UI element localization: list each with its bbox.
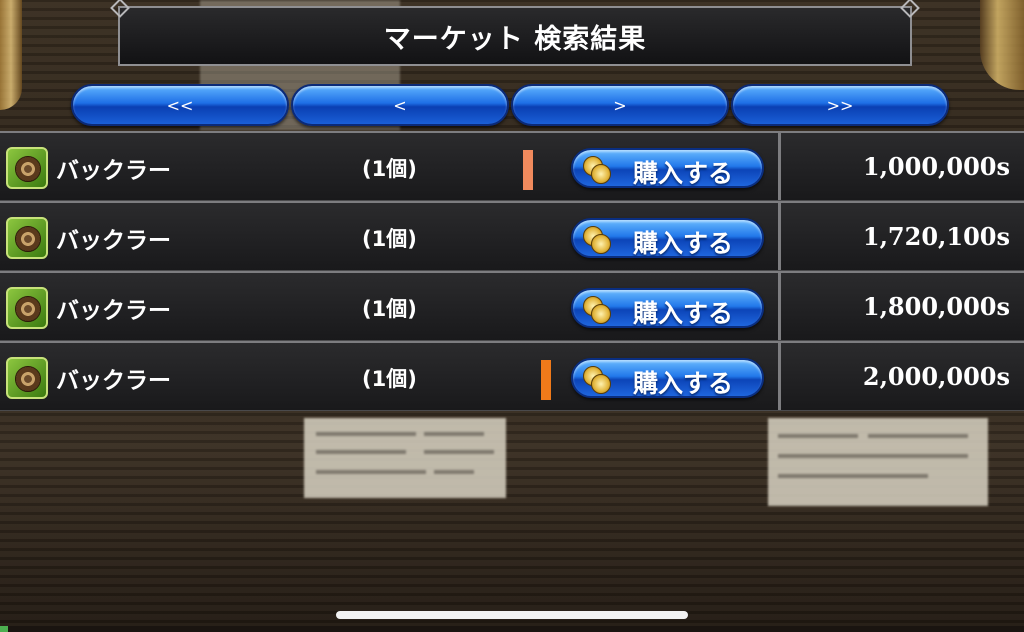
column-divider (778, 343, 781, 410)
buy-button-label: 購入する (633, 159, 734, 188)
item-price: 1,800,000s (862, 292, 1010, 321)
coins-icon (583, 156, 611, 184)
last-page-button[interactable]: >> (731, 84, 949, 126)
ornate-frame-right-decoration (980, 0, 1024, 90)
item-quantity: (1個) (362, 367, 417, 391)
buy-button-label: 購入する (633, 229, 734, 258)
list-item[interactable]: バックラー (1個) 購入する 1,720,100s (0, 201, 1024, 271)
item-price: 1,000,000s (862, 152, 1010, 181)
coins-icon (583, 296, 611, 324)
coins-icon (583, 366, 611, 394)
item-name: バックラー (56, 158, 171, 184)
background-notice-board (768, 418, 988, 506)
item-quantity: (1個) (362, 297, 417, 321)
column-divider (778, 133, 781, 200)
listing-marker (523, 150, 533, 190)
next-page-label: > (613, 95, 627, 115)
buckler-shield-icon (6, 217, 48, 259)
item-quantity: (1個) (362, 157, 417, 181)
previous-page-button[interactable]: < (291, 84, 509, 126)
next-page-button[interactable]: > (511, 84, 729, 126)
item-name: バックラー (56, 298, 171, 324)
buckler-shield-icon (6, 357, 48, 399)
ornate-frame-left-decoration (0, 0, 22, 110)
buy-button-label: 購入する (633, 299, 734, 328)
list-item[interactable]: バックラー (1個) 購入する 1,000,000s (0, 131, 1024, 201)
buckler-shield-icon (6, 147, 48, 189)
market-results-list: バックラー (1個) 購入する 1,000,000s バックラー (1個) 購入… (0, 131, 1024, 411)
listing-marker (541, 360, 551, 400)
list-item[interactable]: バックラー (1個) 購入する 1,800,000s (0, 271, 1024, 341)
previous-page-label: < (393, 95, 407, 115)
home-indicator[interactable] (336, 611, 688, 619)
market-search-results-title: マーケット 検索結果 (118, 6, 912, 66)
column-divider (778, 273, 781, 340)
bottom-edge (0, 626, 1024, 632)
item-name: バックラー (56, 368, 171, 394)
buy-button[interactable]: 購入する (571, 358, 764, 398)
buy-button[interactable]: 購入する (571, 288, 764, 328)
last-page-label: >> (826, 95, 854, 115)
buy-button[interactable]: 購入する (571, 148, 764, 188)
item-price: 1,720,100s (862, 222, 1010, 251)
first-page-label: << (166, 95, 194, 115)
item-price: 2,000,000s (862, 362, 1010, 391)
buckler-shield-icon (6, 287, 48, 329)
column-divider (778, 203, 781, 270)
page-title: マーケット 検索結果 (383, 23, 647, 55)
item-name: バックラー (56, 228, 171, 254)
background-notice-board (304, 418, 506, 498)
first-page-button[interactable]: << (71, 84, 289, 126)
item-quantity: (1個) (362, 227, 417, 251)
list-item[interactable]: バックラー (1個) 購入する 2,000,000s (0, 341, 1024, 411)
pagination-bar: << < > >> (71, 84, 951, 126)
coins-icon (583, 226, 611, 254)
buy-button[interactable]: 購入する (571, 218, 764, 258)
buy-button-label: 購入する (633, 369, 734, 398)
